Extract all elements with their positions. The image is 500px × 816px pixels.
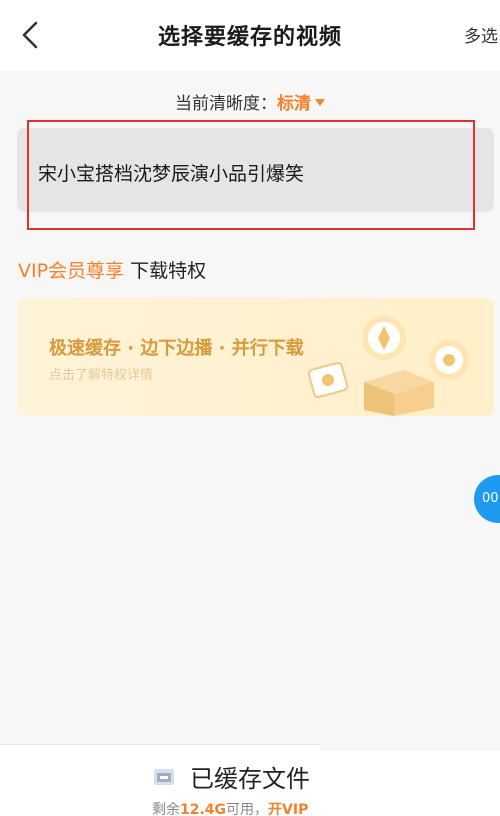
multi-select-button[interactable]: 多选 <box>464 22 498 47</box>
open-vip-link[interactable]: 开VIP <box>268 802 308 816</box>
storage-suffix: 可用， <box>226 802 269 816</box>
banner-title: 极速缓存 · 边下边播 · 并行下载 <box>49 338 304 359</box>
banner-subtitle: 点击了解特权详情 <box>49 368 154 383</box>
download-box-illustration <box>307 316 469 416</box>
video-title: 宋小宝搭档沈梦辰演小品引爆笑 <box>38 163 305 185</box>
storage-prefix: 剩余 <box>152 802 180 816</box>
quality-label: 当前清晰度： <box>175 94 277 114</box>
quality-value: 标清 <box>277 94 311 114</box>
bottom-bar: 已缓存文件 剩余12.4G可用，开VIP <box>0 744 320 816</box>
page-title: 选择要缓存的视频 <box>157 25 342 50</box>
storage-value: 12.4G <box>180 802 227 816</box>
vip-label: VIP会员尊享 <box>18 260 125 282</box>
vip-section-header: VIP会员尊享 下载特权 <box>18 256 206 283</box>
video-list-item[interactable]: 宋小宝搭档沈梦辰演小品引爆笑 <box>17 128 494 212</box>
caret-down-icon <box>315 99 325 106</box>
vip-sub-label: 下载特权 <box>130 260 207 282</box>
cached-files-label: 已缓存文件 <box>190 765 310 793</box>
vip-banner[interactable]: 极速缓存 · 边下边播 · 并行下载 点击了解特权详情 <box>17 298 494 416</box>
cached-files-button[interactable]: 已缓存文件 <box>152 759 310 794</box>
quality-row: 当前清晰度：标清 <box>0 89 500 114</box>
quality-selector[interactable]: 标清 <box>277 94 325 114</box>
top-bar: 选择要缓存的视频 多选 <box>0 0 500 70</box>
storage-info: 剩余12.4G可用，开VIP <box>152 799 308 816</box>
folder-icon <box>154 768 174 785</box>
